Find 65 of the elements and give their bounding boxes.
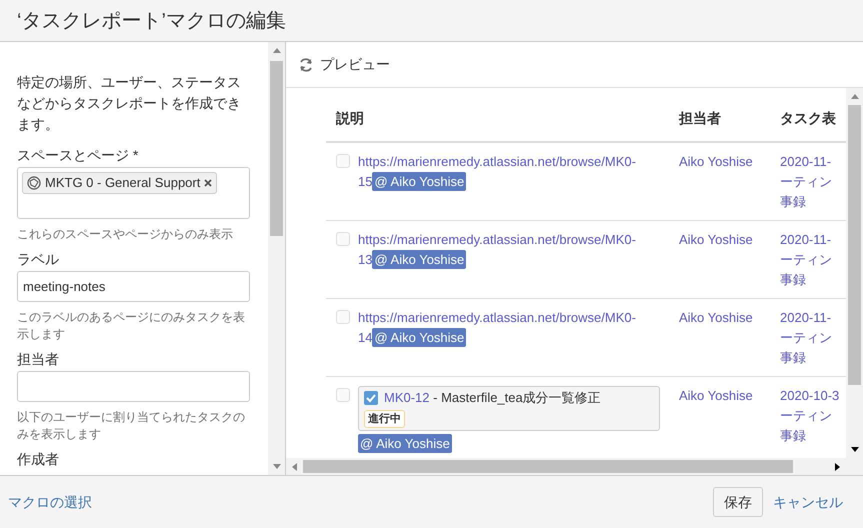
scroll-up-icon[interactable] (850, 94, 858, 99)
issue-link[interactable]: https://marienremedy.atlassian.net/browse/MK0- (358, 310, 636, 325)
assignee-cell: Aiko Yoshise (669, 298, 770, 376)
preview-title: プレビュー (320, 55, 390, 74)
refresh-icon[interactable] (298, 56, 314, 72)
task-page-link[interactable]: ーティン (780, 406, 846, 426)
text-field[interactable] (17, 371, 250, 402)
remove-tag-icon[interactable] (204, 179, 212, 187)
help-text: これらのスペースやページからのみ表示 (17, 226, 234, 243)
column-header: タスク表 (770, 108, 846, 142)
space-icon (27, 176, 41, 190)
vertical-scrollbar[interactable] (846, 88, 863, 458)
task-checkbox[interactable] (336, 232, 350, 246)
space-page-field[interactable]: MKTG 0 - General Support (17, 167, 250, 219)
help-text: 以下のユーザーに割り当てられたタスクのみを表示します (17, 409, 246, 443)
vertical-scrollbar[interactable] (268, 42, 285, 475)
user-mention[interactable]: @ Aiko Yoshise (372, 328, 466, 347)
task-page-link[interactable]: ーティン (780, 172, 846, 192)
intro-text: 特定の場所、ユーザー、ステータスなどからタスクレポートを作成できます。 (17, 73, 242, 134)
task-checkbox[interactable] (336, 388, 350, 402)
user-mention[interactable]: @ Aiko Yoshise (372, 250, 466, 269)
scroll-left-icon[interactable] (292, 462, 297, 470)
save-button[interactable]: 保存 (713, 487, 763, 517)
tag-label: MKTG 0 - General Support (45, 174, 200, 192)
space-tag[interactable]: MKTG 0 - General Support (22, 172, 218, 194)
status-badge: 進行中 (364, 410, 405, 428)
task-page-link[interactable]: 2020-11- (780, 230, 846, 250)
horizontal-scrollbar[interactable] (286, 458, 863, 475)
issue-link[interactable]: https://marienremedy.atlassian.net/browse/MK0- (358, 154, 636, 169)
help-text: このラベルのあるページにのみタスクを表示します (17, 309, 246, 343)
assignee-cell: Aiko Yoshise (669, 376, 770, 458)
issue-title: MK0-12 - Masterfile_tea成分一覧修正 (384, 389, 601, 407)
task-page-link[interactable]: 2020-11- (780, 152, 846, 172)
task-checkbox[interactable] (336, 310, 350, 324)
issue-link[interactable]: 14 (358, 330, 372, 345)
scroll-up-icon[interactable] (272, 48, 280, 53)
task-page-link[interactable]: 事録 (780, 192, 846, 212)
user-mention[interactable]: @ Aiko Yoshise (372, 172, 466, 191)
column-header: 担当者 (669, 108, 770, 142)
select-macro-link[interactable]: マクロの選択 (8, 492, 92, 512)
text-field[interactable]: meeting-notes (17, 271, 250, 302)
task-page-link[interactable]: ーティン (780, 328, 846, 348)
user-mention[interactable]: @ Aiko Yoshise (358, 434, 452, 453)
task-page-link[interactable]: 2020-11- (780, 308, 846, 328)
task-page-link[interactable]: 事録 (780, 348, 846, 368)
issue-link[interactable]: https://marienremedy.atlassian.net/browse/MK0- (358, 232, 636, 247)
scroll-down-icon[interactable] (850, 447, 858, 452)
task-page-link[interactable]: 事録 (780, 426, 846, 446)
issue-link[interactable]: MK0-12 (384, 390, 430, 405)
field-label: ラベル (17, 250, 60, 269)
assignee-cell: Aiko Yoshise (669, 142, 770, 220)
issue-link[interactable]: 13 (358, 252, 372, 267)
task-page-link[interactable]: 事録 (780, 270, 846, 290)
field-label: 作成者 (17, 450, 60, 469)
issue-link[interactable]: 15 (358, 174, 372, 189)
task-page-link[interactable]: ーティン (780, 250, 846, 270)
cancel-link[interactable]: キャンセル (773, 492, 843, 512)
dialog-title: ‘タスクレポート’マクロの編集 (17, 8, 286, 34)
assignee-cell: Aiko Yoshise (669, 220, 770, 298)
field-label: 担当者 (17, 350, 60, 369)
scroll-right-icon[interactable] (835, 462, 840, 470)
field-label: スペースとページ * (17, 146, 140, 165)
task-page-link[interactable]: 2020-10-3 (780, 386, 846, 406)
task-checkbox[interactable] (336, 154, 350, 168)
column-header: 説明 (326, 108, 669, 142)
